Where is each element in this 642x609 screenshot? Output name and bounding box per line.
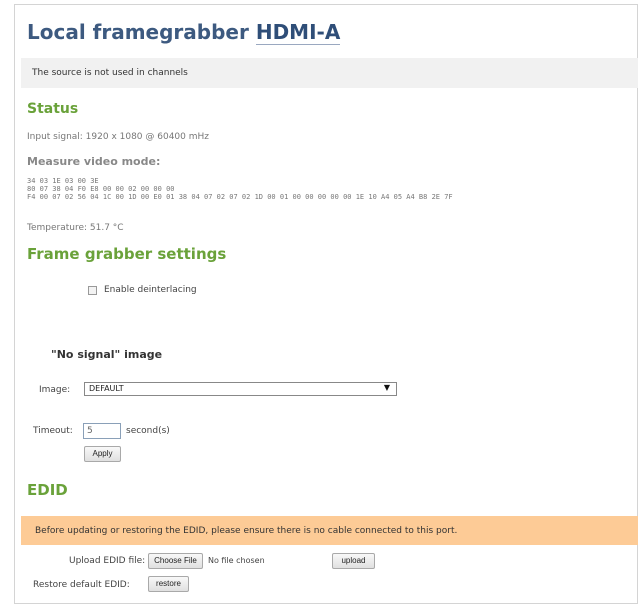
apply-button[interactable]: Apply bbox=[84, 446, 121, 462]
restore-edid-label: Restore default EDID: bbox=[33, 580, 130, 590]
restore-button[interactable]: restore bbox=[148, 576, 189, 592]
timeout-label: Timeout: bbox=[33, 426, 73, 436]
hex-line: F4 00 07 02 56 04 1C 00 1D 00 E0 01 38 0… bbox=[27, 193, 453, 201]
edid-warning-text: Before updating or restoring the EDID, p… bbox=[35, 526, 458, 536]
image-label: Image: bbox=[39, 385, 71, 395]
timeout-unit-label: second(s) bbox=[126, 426, 170, 436]
input-signal-text: Input signal: 1920 x 1080 @ 60400 mHz bbox=[27, 132, 210, 142]
page-title: Local framegrabber HDMI-A bbox=[27, 20, 341, 45]
choose-file-button[interactable]: Choose File bbox=[148, 553, 203, 569]
measure-video-mode-heading: Measure video mode: bbox=[27, 155, 161, 168]
edid-heading: EDID bbox=[27, 481, 68, 499]
timeout-input-value: 5 bbox=[87, 426, 93, 436]
image-select[interactable]: DEFAULT ▼ bbox=[84, 382, 397, 396]
dropdown-arrow-icon: ▼ bbox=[383, 383, 390, 392]
hex-line: 34 03 1E 03 00 3E bbox=[27, 177, 99, 185]
hex-line: 80 07 38 04 F0 E8 00 00 02 00 00 00 bbox=[27, 185, 175, 193]
frame-grabber-settings-heading: Frame grabber settings bbox=[27, 245, 227, 263]
source-name-link[interactable]: HDMI-A bbox=[255, 20, 341, 45]
timeout-input[interactable]: 5 bbox=[83, 423, 121, 439]
upload-button[interactable]: upload bbox=[332, 553, 375, 569]
upload-edid-label: Upload EDID file: bbox=[69, 556, 146, 566]
edid-warning-banner: Before updating or restoring the EDID, p… bbox=[21, 516, 638, 545]
page-title-prefix: Local framegrabber bbox=[27, 20, 249, 44]
deinterlacing-checkbox[interactable] bbox=[88, 286, 97, 295]
no-file-chosen-text: No file chosen bbox=[208, 556, 265, 565]
image-select-value: DEFAULT bbox=[89, 384, 124, 393]
video-mode-hex-dump: 34 03 1E 03 00 3E 80 07 38 04 F0 E8 00 0… bbox=[27, 177, 453, 201]
channel-usage-notice: The source is not used in channels bbox=[21, 58, 638, 88]
deinterlacing-label: Enable deinterlacing bbox=[104, 285, 197, 295]
temperature-text: Temperature: 51.7 °C bbox=[27, 223, 124, 233]
channel-usage-notice-text: The source is not used in channels bbox=[32, 68, 188, 78]
framegrabber-panel: Local framegrabber HDMI-A The source is … bbox=[14, 4, 638, 604]
status-heading: Status bbox=[27, 101, 79, 117]
no-signal-image-heading: "No signal" image bbox=[51, 348, 163, 361]
